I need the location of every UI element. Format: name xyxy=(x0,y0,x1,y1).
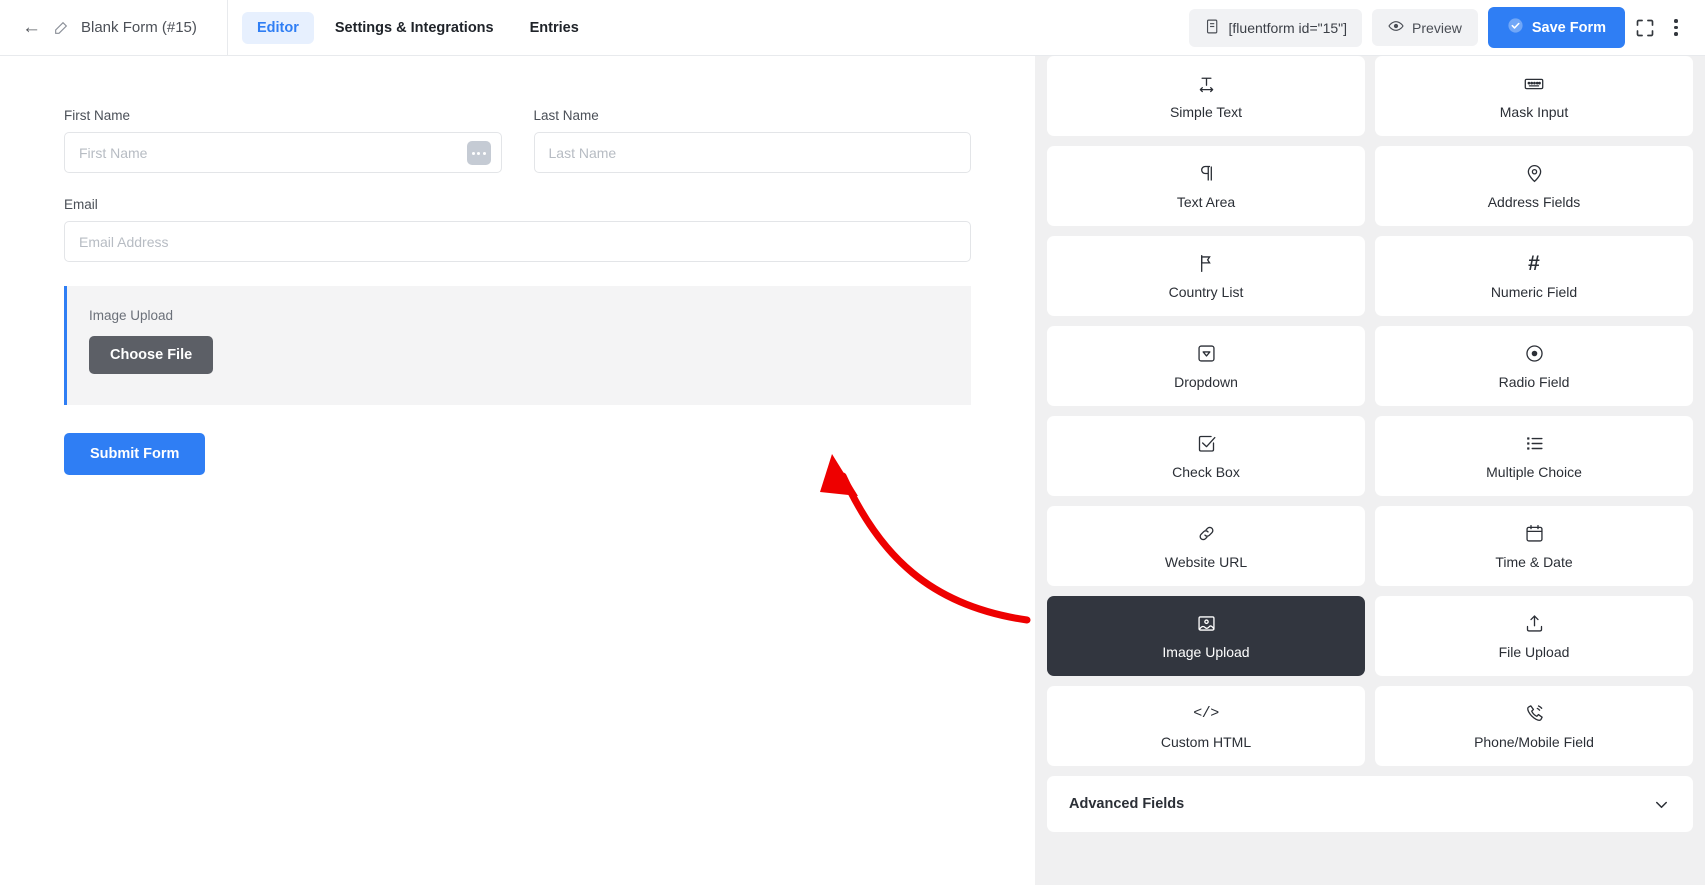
email-input[interactable]: Email Address xyxy=(64,221,971,262)
field-card-label: Custom HTML xyxy=(1160,733,1252,750)
field-card-label: Image Upload xyxy=(1162,643,1250,660)
last-name-label: Last Name xyxy=(533,108,599,123)
form-builder-app: ← Blank Form (#15) Editor Settings & Int… xyxy=(0,0,1705,885)
header-form-identity: ← Blank Form (#15) xyxy=(0,0,228,56)
email-label: Email xyxy=(64,197,98,212)
field-card-label: Text Area xyxy=(1176,193,1236,210)
field-card-time-date[interactable]: Time & Date xyxy=(1375,506,1693,586)
field-card-label: Mask Input xyxy=(1499,103,1569,120)
field-card-label: Simple Text xyxy=(1169,103,1243,120)
form-preview: First Name First Name Last Name Last Nam… xyxy=(0,56,1035,475)
page-title: Blank Form (#15) xyxy=(81,19,197,36)
field-card-label: Dropdown xyxy=(1174,373,1238,390)
tab-editor[interactable]: Editor xyxy=(242,11,314,44)
field-card-country-list[interactable]: Country List xyxy=(1047,236,1365,316)
field-card-label: Time & Date xyxy=(1495,553,1573,570)
field-card-custom-html[interactable]: </> Custom HTML xyxy=(1047,686,1365,766)
field-last-name[interactable]: Last Name Last Name xyxy=(533,108,971,173)
dropdown-icon xyxy=(1196,343,1217,365)
panel-scrollbar[interactable] xyxy=(1699,56,1705,885)
header-actions: [fluentform id="15"] Preview Save Form xyxy=(1188,7,1705,48)
preview-button[interactable]: Preview xyxy=(1372,9,1478,46)
list-icon xyxy=(1524,433,1545,455)
code-icon: </> xyxy=(1193,705,1219,722)
preview-label: Preview xyxy=(1412,19,1462,36)
field-card-label: Website URL xyxy=(1164,553,1248,570)
tab-entries[interactable]: Entries xyxy=(515,12,594,44)
phone-icon xyxy=(1524,703,1545,725)
field-library-panel: Simple Text Mask Input Text Area Address… xyxy=(1035,56,1705,885)
chevron-down-icon[interactable] xyxy=(1652,795,1671,814)
map-pin-icon xyxy=(1524,163,1545,185)
checkbox-icon xyxy=(1196,433,1217,455)
back-arrow-icon[interactable]: ← xyxy=(22,18,41,37)
hash-icon: # xyxy=(1528,252,1540,275)
fullscreen-icon[interactable] xyxy=(1635,18,1655,38)
paragraph-icon xyxy=(1196,163,1217,185)
header-tabs: Editor Settings & Integrations Entries xyxy=(228,11,594,44)
app-header: ← Blank Form (#15) Editor Settings & Int… xyxy=(0,0,1705,56)
field-card-label: Country List xyxy=(1168,283,1244,300)
form-canvas: First Name First Name Last Name Last Nam… xyxy=(0,56,1035,885)
shortcode-text: [fluentform id="15"] xyxy=(1228,19,1348,36)
field-card-label: File Upload xyxy=(1498,643,1570,660)
field-card-numeric-field[interactable]: # Numeric Field xyxy=(1375,236,1693,316)
advanced-fields-section[interactable]: Advanced Fields xyxy=(1047,776,1693,832)
image-icon xyxy=(1196,613,1217,635)
text-width-icon xyxy=(1196,73,1217,95)
first-name-placeholder: First Name xyxy=(79,144,148,161)
field-card-dropdown[interactable]: Dropdown xyxy=(1047,326,1365,406)
name-fields-row: First Name First Name Last Name Last Nam… xyxy=(64,108,971,173)
field-card-label: Check Box xyxy=(1172,463,1240,480)
field-card-label: Numeric Field xyxy=(1490,283,1578,300)
first-name-input[interactable]: First Name xyxy=(64,132,502,173)
field-card-text-area[interactable]: Text Area xyxy=(1047,146,1365,226)
field-card-simple-text[interactable]: Simple Text xyxy=(1047,56,1365,136)
copy-icon xyxy=(1204,18,1221,38)
field-first-name[interactable]: First Name First Name xyxy=(64,108,502,173)
save-form-label: Save Form xyxy=(1531,19,1606,36)
submit-form-button[interactable]: Submit Form xyxy=(64,433,206,475)
field-card-address-fields[interactable]: Address Fields xyxy=(1375,146,1693,226)
field-email[interactable]: Email Email Address xyxy=(64,197,971,262)
advanced-fields-label: Advanced Fields xyxy=(1069,796,1185,812)
field-card-website-url[interactable]: Website URL xyxy=(1047,506,1365,586)
keyboard-icon xyxy=(1523,73,1545,95)
field-card-radio-field[interactable]: Radio Field xyxy=(1375,326,1693,406)
field-drag-handle-icon[interactable] xyxy=(466,141,491,165)
link-icon xyxy=(1196,523,1217,545)
field-library-inner: Simple Text Mask Input Text Area Address… xyxy=(1035,56,1705,832)
field-card-file-upload[interactable]: File Upload xyxy=(1375,596,1693,676)
field-card-phone-mobile-field[interactable]: Phone/Mobile Field xyxy=(1375,686,1693,766)
check-circle-icon xyxy=(1507,17,1524,38)
first-name-label: First Name xyxy=(64,108,131,123)
last-name-input[interactable]: Last Name xyxy=(533,132,971,173)
field-card-check-box[interactable]: Check Box xyxy=(1047,416,1365,496)
save-form-button[interactable]: Save Form xyxy=(1487,7,1625,48)
upload-icon xyxy=(1524,613,1545,635)
field-card-label: Address Fields xyxy=(1487,193,1581,210)
input-fields-grid: Simple Text Mask Input Text Area Address… xyxy=(1047,56,1693,766)
field-card-image-upload[interactable]: Image Upload xyxy=(1047,596,1365,676)
email-placeholder: Email Address xyxy=(79,233,169,250)
last-name-placeholder: Last Name xyxy=(548,144,617,161)
pencil-icon xyxy=(53,20,69,36)
choose-file-button[interactable]: Choose File xyxy=(89,336,214,374)
field-card-label: Multiple Choice xyxy=(1486,463,1582,480)
field-card-multiple-choice[interactable]: Multiple Choice xyxy=(1375,416,1693,496)
kebab-menu-icon[interactable] xyxy=(1665,17,1687,39)
field-card-label: Radio Field xyxy=(1498,373,1570,390)
field-card-label: Phone/Mobile Field xyxy=(1474,733,1594,750)
tab-settings-integrations[interactable]: Settings & Integrations xyxy=(320,12,509,44)
field-image-upload[interactable]: Image Upload Choose File xyxy=(64,286,971,405)
image-upload-label: Image Upload xyxy=(89,308,174,323)
flag-icon xyxy=(1196,253,1217,275)
calendar-icon xyxy=(1524,523,1545,545)
eye-icon xyxy=(1388,18,1404,37)
radio-icon xyxy=(1524,343,1545,365)
field-card-mask-input[interactable]: Mask Input xyxy=(1375,56,1693,136)
shortcode-copy-button[interactable]: [fluentform id="15"] xyxy=(1188,8,1363,47)
